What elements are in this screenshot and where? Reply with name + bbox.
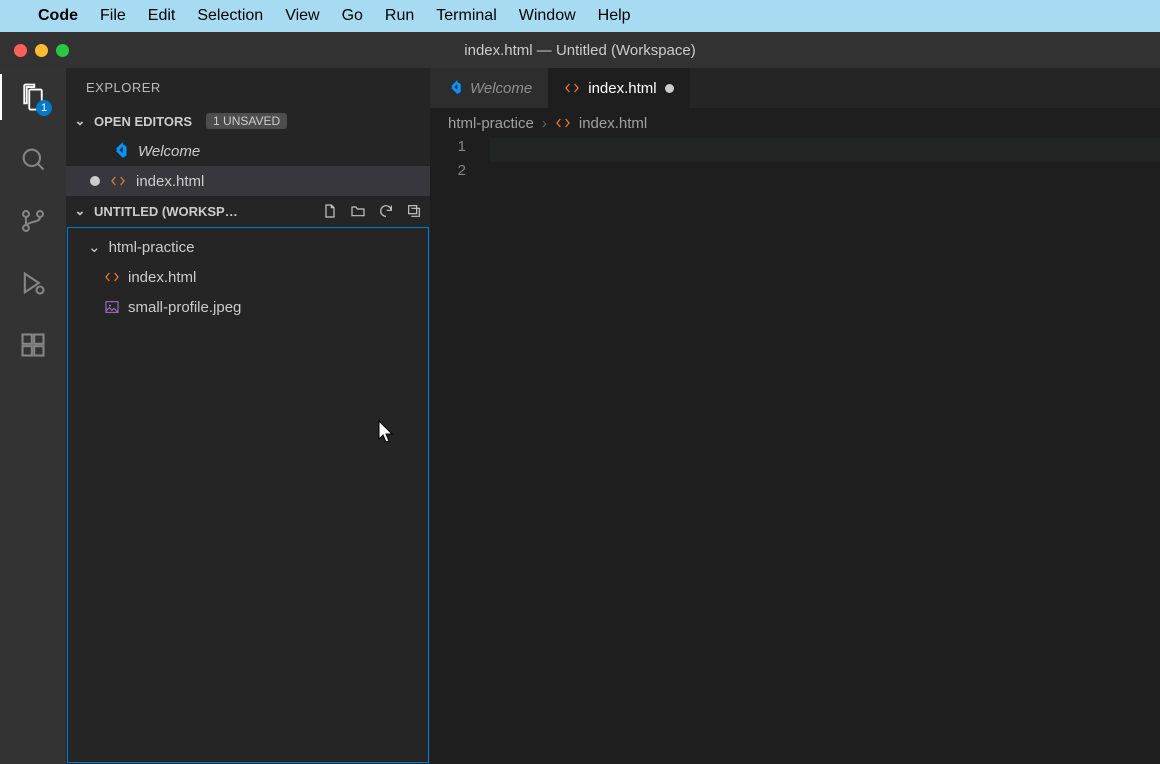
file-small-profile-jpeg[interactable]: small-profile.jpeg: [68, 292, 428, 322]
workbench: 1 EXPLORER ⌄ OPEN EDITORS 1 UNSAVED Welc…: [0, 68, 1160, 764]
vscode-icon: [110, 142, 128, 160]
search-icon: [19, 145, 47, 173]
breadcrumb[interactable]: html-practice › index.html: [430, 108, 1160, 138]
code-body[interactable]: [490, 138, 1160, 764]
minimize-window-button[interactable]: [35, 44, 48, 57]
extensions-icon: [19, 331, 47, 359]
menu-selection[interactable]: Selection: [197, 7, 263, 25]
menu-app[interactable]: Code: [38, 7, 78, 25]
activity-extensions[interactable]: [16, 328, 50, 362]
activity-bar: 1: [0, 68, 66, 764]
html-file-icon: [110, 173, 126, 189]
explorer-sidebar: EXPLORER ⌄ OPEN EDITORS 1 UNSAVED Welcom…: [66, 68, 430, 764]
folder-label: html-practice: [109, 239, 195, 256]
activity-search[interactable]: [16, 142, 50, 176]
play-bug-icon: [19, 269, 47, 297]
window-title: index.html — Untitled (Workspace): [464, 42, 695, 59]
window-titlebar: index.html — Untitled (Workspace): [0, 32, 1160, 68]
file-label: small-profile.jpeg: [128, 299, 241, 316]
menu-help[interactable]: Help: [598, 7, 631, 25]
fullscreen-window-button[interactable]: [56, 44, 69, 57]
menu-window[interactable]: Window: [519, 7, 576, 25]
editor-group: Welcome index.html html-practice › index…: [430, 68, 1160, 764]
tab-welcome[interactable]: Welcome: [430, 68, 548, 108]
file-tree[interactable]: ⌄ html-practice index.html small-profile…: [67, 227, 429, 763]
chevron-down-icon: ⌄: [72, 113, 88, 129]
new-file-icon[interactable]: [322, 203, 338, 219]
file-index-html[interactable]: index.html: [68, 262, 428, 292]
menu-run[interactable]: Run: [385, 7, 414, 25]
open-editor-index-html[interactable]: index.html: [66, 166, 430, 196]
chevron-down-icon: ⌄: [72, 203, 88, 219]
open-editor-welcome[interactable]: Welcome: [66, 136, 430, 166]
tab-index-html[interactable]: index.html: [548, 68, 689, 108]
workspace-label: UNTITLED (WORKSP…: [94, 204, 238, 219]
open-editors-label: OPEN EDITORS: [94, 114, 192, 129]
unsaved-badge: 1 UNSAVED: [206, 113, 287, 129]
line-number: 2: [430, 162, 466, 186]
file-label: index.html: [128, 269, 196, 286]
branch-icon: [19, 207, 47, 235]
menu-view[interactable]: View: [285, 7, 319, 25]
code-line[interactable]: [490, 162, 1160, 186]
workspace-actions: [322, 203, 422, 219]
menu-terminal[interactable]: Terminal: [436, 7, 496, 25]
collapse-all-icon[interactable]: [406, 203, 422, 219]
traffic-lights: [0, 44, 69, 57]
explorer-title: EXPLORER: [66, 68, 430, 106]
breadcrumb-folder[interactable]: html-practice: [448, 115, 534, 132]
open-editor-label: Welcome: [138, 143, 200, 160]
new-folder-icon[interactable]: [350, 203, 366, 219]
open-editor-label: index.html: [136, 173, 204, 190]
code-editor[interactable]: 1 2: [430, 138, 1160, 764]
line-gutter: 1 2: [430, 138, 490, 764]
tab-label: index.html: [588, 80, 656, 97]
modified-indicator-icon[interactable]: [665, 84, 674, 93]
folder-html-practice[interactable]: ⌄ html-practice: [68, 232, 428, 262]
close-window-button[interactable]: [14, 44, 27, 57]
tab-label: Welcome: [470, 80, 532, 97]
image-file-icon: [104, 299, 120, 315]
editor-tabs: Welcome index.html: [430, 68, 1160, 108]
menu-file[interactable]: File: [100, 7, 126, 25]
refresh-icon[interactable]: [378, 203, 394, 219]
html-file-icon: [104, 269, 120, 285]
macos-menubar: Code File Edit Selection View Go Run Ter…: [0, 0, 1160, 32]
explorer-badge: 1: [36, 100, 52, 116]
activity-source-control[interactable]: [16, 204, 50, 238]
activity-explorer[interactable]: 1: [16, 80, 50, 114]
html-file-icon: [564, 80, 580, 96]
vscode-icon: [446, 80, 462, 96]
open-editors-header[interactable]: ⌄ OPEN EDITORS 1 UNSAVED: [66, 106, 430, 136]
modified-dot: [90, 176, 100, 186]
breadcrumb-file[interactable]: index.html: [579, 115, 647, 132]
chevron-down-icon: ⌄: [88, 238, 101, 256]
menu-go[interactable]: Go: [342, 7, 363, 25]
html-file-icon: [555, 115, 571, 131]
line-number: 1: [430, 138, 466, 162]
chevron-right-icon: ›: [542, 115, 547, 132]
code-line[interactable]: [490, 138, 1160, 162]
activity-run-debug[interactable]: [16, 266, 50, 300]
menu-edit[interactable]: Edit: [148, 7, 176, 25]
workspace-header[interactable]: ⌄ UNTITLED (WORKSP…: [66, 196, 430, 226]
